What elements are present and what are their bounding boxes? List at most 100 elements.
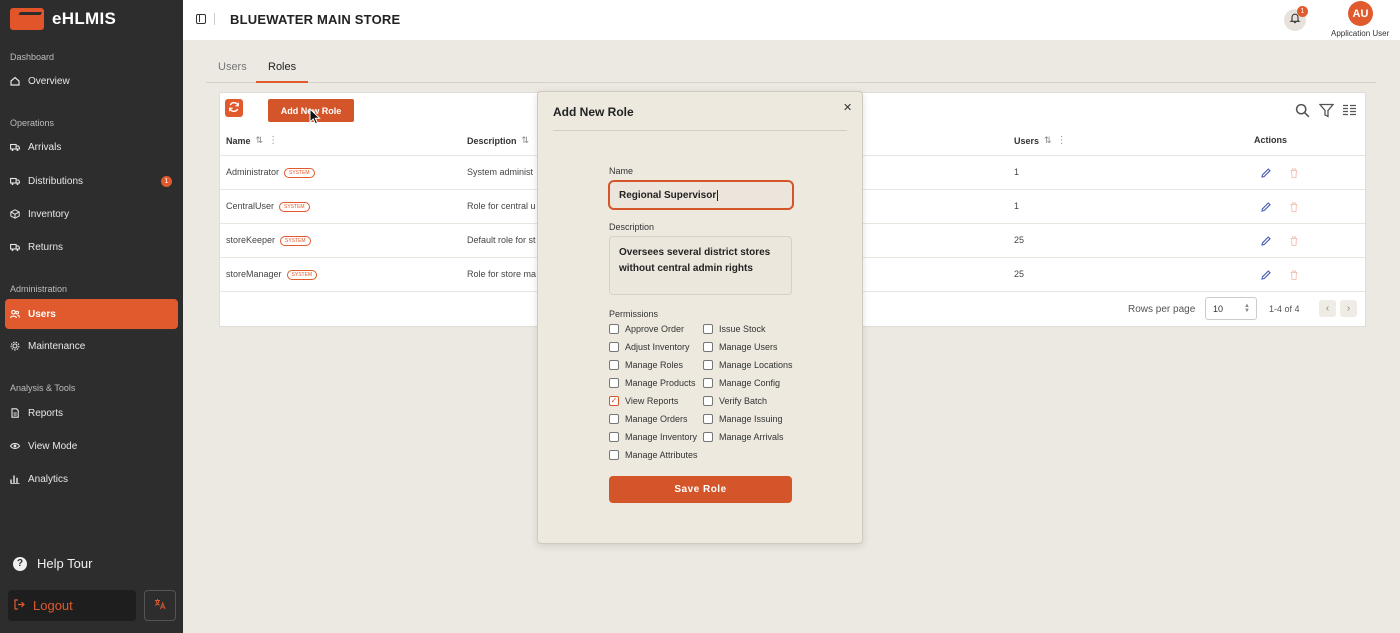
edit-icon[interactable] [1260, 268, 1272, 280]
delete-icon[interactable] [1288, 268, 1300, 280]
permission-label: Manage Products [625, 378, 696, 388]
section-label-dashboard: Dashboard [10, 52, 55, 62]
role-name: CentralUser [226, 201, 275, 211]
refresh-icon [228, 101, 240, 116]
role-name-input[interactable]: Regional Supervisor [608, 180, 794, 210]
role-name-value: Regional Supervisor [619, 189, 717, 201]
language-button[interactable] [144, 590, 176, 621]
sidebar-item-label: Returns [28, 241, 64, 253]
logout-button[interactable]: Logout [8, 590, 136, 621]
close-icon[interactable]: ✕ [843, 101, 852, 114]
chevron-right-icon: › [1346, 303, 1351, 314]
checkbox[interactable] [609, 360, 619, 370]
truck-icon [10, 242, 20, 252]
checkbox[interactable] [609, 342, 619, 352]
sidebar-item-arrivals[interactable]: Arrivals [5, 132, 178, 162]
refresh-button[interactable] [225, 99, 243, 117]
sidebar-toggle-icon[interactable] [196, 14, 206, 24]
description-label: Description [609, 222, 655, 232]
column-header-name[interactable]: Name ⇅ ⋮ [226, 135, 278, 146]
save-role-button[interactable]: Save Role [609, 476, 792, 503]
checkbox[interactable] [703, 396, 713, 406]
checkbox-checked[interactable] [609, 396, 619, 406]
checkbox[interactable] [703, 414, 713, 424]
sidebar-item-users[interactable]: Users [5, 299, 178, 329]
sidebar-item-overview[interactable]: Overview [5, 66, 178, 96]
column-header-description[interactable]: Description ⇅ [467, 135, 529, 146]
permission-manage-roles[interactable]: Manage Roles [609, 360, 683, 370]
permission-view-reports[interactable]: View Reports [609, 396, 678, 406]
permission-manage-config[interactable]: Manage Config [703, 378, 780, 388]
rows-per-page-label: Rows per page [1128, 304, 1196, 315]
edit-icon[interactable] [1260, 234, 1272, 246]
permission-manage-issuing[interactable]: Manage Issuing [703, 414, 783, 424]
role-name: storeKeeper [226, 235, 276, 245]
role-description-input[interactable]: Oversees several district stores without… [609, 236, 792, 295]
edit-icon[interactable] [1260, 166, 1272, 178]
columns-icon[interactable] [1341, 102, 1357, 118]
permission-label: Issue Stock [719, 324, 766, 334]
page-info: 1-4 of 4 [1269, 304, 1300, 314]
checkbox[interactable] [703, 342, 713, 352]
checkbox[interactable] [609, 324, 619, 334]
checkbox[interactable] [609, 378, 619, 388]
section-label-administration: Administration [10, 284, 68, 294]
checkbox[interactable] [609, 450, 619, 460]
brand[interactable]: eHLMIS [10, 8, 116, 30]
checkbox[interactable] [609, 414, 619, 424]
avatar[interactable]: AU [1348, 1, 1373, 26]
checkbox[interactable] [703, 432, 713, 442]
system-badge: SYSTEM [284, 167, 315, 178]
sidebar-item-returns[interactable]: Returns [5, 232, 178, 262]
permission-manage-locations[interactable]: Manage Locations [703, 360, 793, 370]
permission-manage-inventory[interactable]: Manage Inventory [609, 432, 697, 442]
permission-adjust-inventory[interactable]: Adjust Inventory [609, 342, 690, 352]
next-page-button[interactable]: › [1340, 300, 1357, 317]
edit-icon[interactable] [1260, 200, 1272, 212]
checkbox[interactable] [609, 432, 619, 442]
delete-icon[interactable] [1288, 200, 1300, 212]
rows-per-page-select[interactable]: 10 ▲ ▼ [1205, 297, 1257, 320]
permission-verify-batch[interactable]: Verify Batch [703, 396, 767, 406]
permission-manage-users[interactable]: Manage Users [703, 342, 778, 352]
role-users-count: 1 [1014, 167, 1020, 177]
sidebar-item-distributions[interactable]: Distributions 1 [5, 166, 178, 196]
sidebar-item-reports[interactable]: Reports [5, 398, 178, 428]
column-menu-icon[interactable]: ⋮ [1057, 135, 1067, 146]
sidebar-item-view-mode[interactable]: View Mode [5, 431, 178, 461]
sort-icon[interactable]: ⇅ [1044, 135, 1052, 146]
tab-roles[interactable]: Roles [256, 61, 309, 83]
previous-page-button[interactable]: ‹ [1319, 300, 1336, 317]
column-label: Name [226, 135, 251, 146]
permission-manage-arrivals[interactable]: Manage Arrivals [703, 432, 784, 442]
checkbox[interactable] [703, 324, 713, 334]
sidebar-item-label: Reports [28, 407, 64, 419]
sidebar-item-inventory[interactable]: Inventory [5, 199, 178, 229]
permission-approve-order[interactable]: Approve Order [609, 324, 684, 334]
sidebar-item-label: Analytics [28, 473, 69, 485]
checkbox[interactable] [703, 360, 713, 370]
sidebar-item-analytics[interactable]: Analytics [5, 464, 178, 494]
permission-label: View Reports [625, 396, 679, 406]
permission-manage-orders[interactable]: Manage Orders [609, 414, 688, 424]
delete-icon[interactable] [1288, 234, 1300, 246]
column-menu-icon[interactable]: ⋮ [268, 135, 278, 146]
role-description: System administ [467, 167, 534, 177]
search-icon[interactable] [1294, 102, 1310, 118]
checkbox[interactable] [703, 378, 713, 388]
permission-issue-stock[interactable]: Issue Stock [703, 324, 766, 334]
sort-icon[interactable]: ⇅ [522, 135, 530, 146]
help-tour-button[interactable]: ? Help Tour [13, 556, 92, 571]
filter-icon[interactable] [1318, 102, 1334, 118]
sidebar-item-maintenance[interactable]: Maintenance [5, 331, 178, 361]
permission-manage-attributes[interactable]: Manage Attributes [609, 450, 698, 460]
tab-users[interactable]: Users [206, 61, 259, 83]
delete-icon[interactable] [1288, 166, 1300, 178]
sort-icon[interactable]: ⇅ [256, 135, 264, 146]
dialog-title: Add New Role [553, 105, 634, 119]
role-name-cell: Administrator SYSTEM [226, 167, 315, 178]
permission-manage-products[interactable]: Manage Products [609, 378, 696, 388]
column-header-users[interactable]: Users ⇅ ⋮ [1014, 135, 1067, 146]
role-name: Administrator [226, 167, 280, 177]
system-badge: SYSTEM [279, 201, 310, 212]
